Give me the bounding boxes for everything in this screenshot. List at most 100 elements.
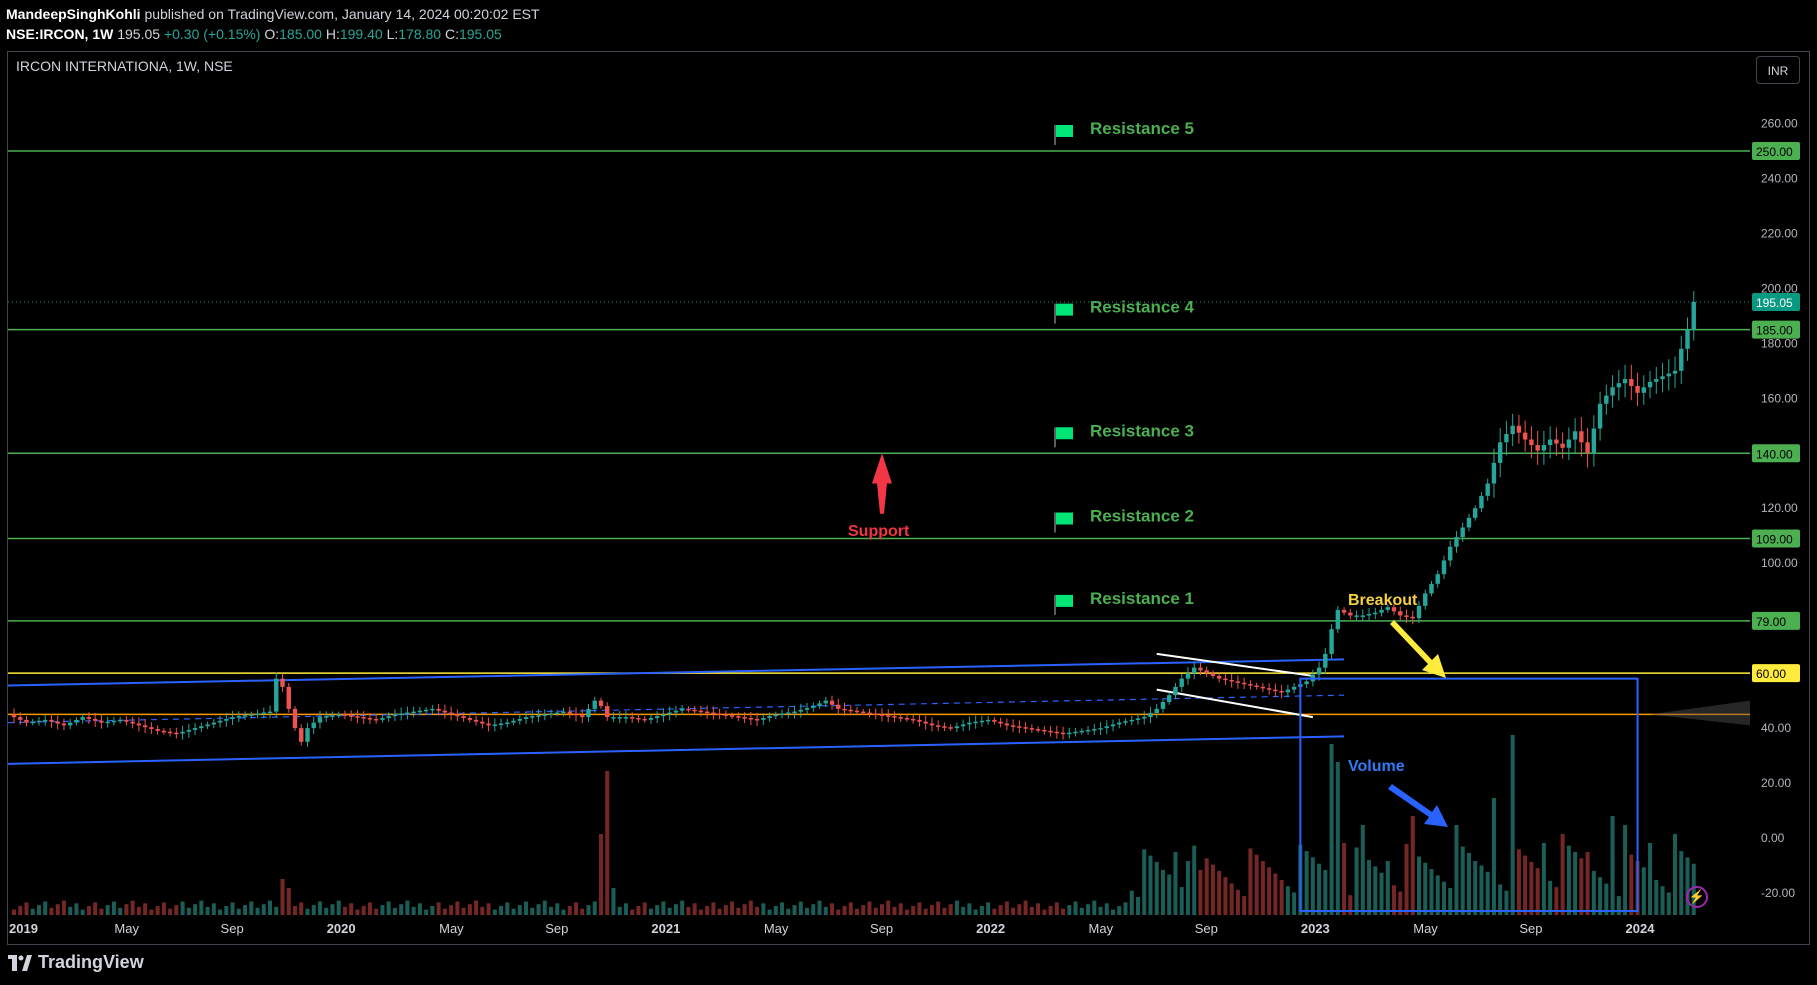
- candle-body: [1229, 680, 1234, 682]
- candle-body: [292, 708, 298, 729]
- volume-bar: [1541, 843, 1546, 915]
- volume-bar: [1473, 861, 1478, 915]
- candle-body: [455, 714, 460, 717]
- volume-bar: [1317, 863, 1322, 915]
- candle-body: [1104, 726, 1109, 729]
- volume-bar: [180, 901, 185, 915]
- volume-bar: [268, 900, 273, 915]
- chart-canvas[interactable]: 280.00260.00240.00220.00200.00180.00160.…: [0, 0, 1817, 985]
- candle-body: [1060, 732, 1066, 735]
- candle-body: [267, 711, 273, 714]
- candle-body: [1260, 686, 1266, 689]
- candle-body: [1666, 373, 1671, 377]
- volume-bar: [1516, 849, 1521, 915]
- volume-bar: [742, 904, 747, 915]
- volume-bar: [680, 900, 685, 915]
- candle-body: [1485, 483, 1490, 496]
- volume-bar: [530, 907, 535, 915]
- candle-body: [642, 718, 647, 721]
- volume-bar: [111, 901, 116, 915]
- volume-bar: [773, 906, 778, 915]
- level-price-tag-text: 140.00: [1756, 447, 1793, 461]
- volume-bar: [261, 904, 266, 915]
- volume-bar: [199, 900, 204, 915]
- candle-body: [1354, 615, 1359, 617]
- volume-bar: [193, 904, 198, 915]
- candle-body: [92, 718, 98, 721]
- candle-body: [286, 686, 291, 709]
- volume-bar: [1579, 858, 1584, 915]
- volume-bar: [1229, 883, 1234, 915]
- candle-body: [1398, 611, 1403, 616]
- channel-lower-line[interactable]: [7, 735, 1345, 765]
- volume-bar: [205, 906, 210, 915]
- candle-body: [692, 709, 697, 712]
- volume-bar: [655, 905, 660, 915]
- wedge-lower-line[interactable]: [1156, 688, 1314, 719]
- volume-bar: [517, 905, 522, 915]
- candle-body: [1054, 731, 1060, 734]
- volume-bar: [1679, 851, 1684, 915]
- candle-body: [898, 717, 903, 719]
- volume-bar: [224, 906, 229, 915]
- candle-body: [1629, 379, 1634, 386]
- volume-bar: [1104, 903, 1109, 915]
- candle-body: [1123, 721, 1128, 723]
- x-tick-label: 2024: [1626, 921, 1656, 936]
- volume-bar: [730, 901, 735, 915]
- candle-body: [679, 708, 685, 711]
- resistance-label: Resistance 4: [1090, 298, 1194, 317]
- candle-body: [580, 715, 585, 718]
- candle-body: [1616, 383, 1622, 388]
- candle-body: [349, 715, 354, 717]
- candle-body: [167, 731, 173, 734]
- volume-bar: [1385, 861, 1390, 915]
- volume-bar: [586, 905, 591, 915]
- support-label: Support: [848, 523, 910, 540]
- candle-body: [461, 716, 466, 719]
- candle-body: [1660, 376, 1665, 380]
- candle-body: [598, 700, 604, 707]
- y-tick-label: 0.00: [1761, 831, 1785, 845]
- volume-bar: [574, 902, 578, 915]
- candle-body: [480, 721, 485, 724]
- candle-body: [1610, 387, 1615, 396]
- candle-body: [155, 729, 160, 731]
- volume-bar: [667, 907, 672, 915]
- candle-body: [1641, 387, 1646, 393]
- candle-body: [1504, 434, 1509, 443]
- candle-body: [573, 713, 579, 716]
- candle-body: [36, 720, 42, 723]
- candle-body: [761, 718, 766, 720]
- candle-body: [1379, 609, 1384, 613]
- volume-bar: [1304, 851, 1309, 915]
- lightning-icon[interactable]: ⚡: [1686, 886, 1708, 908]
- candle-body: [1335, 609, 1341, 630]
- candle-body: [661, 714, 666, 717]
- x-tick-label: May: [1413, 921, 1438, 936]
- currency-button[interactable]: INR: [1756, 56, 1800, 84]
- volume-bar: [386, 901, 391, 915]
- candle-body: [1429, 583, 1434, 594]
- candle-body: [767, 716, 772, 719]
- candle-body: [1241, 682, 1247, 685]
- volume-bar: [1092, 900, 1097, 915]
- candle-body: [1597, 403, 1603, 429]
- candle-body: [667, 712, 672, 715]
- volume-bar: [243, 905, 248, 915]
- candle-body: [848, 709, 853, 712]
- volume-bar: [430, 906, 435, 915]
- candle-body: [1591, 428, 1597, 454]
- y-tick-label: 100.00: [1761, 556, 1798, 570]
- candle-body: [592, 700, 597, 709]
- volume-bar: [1248, 848, 1253, 915]
- candle-body: [1029, 728, 1035, 730]
- candle-body: [779, 713, 785, 715]
- resistance-label: Resistance 5: [1090, 119, 1194, 138]
- candle-body: [1148, 712, 1153, 718]
- candle-body: [555, 712, 560, 715]
- volume-bar: [124, 904, 129, 915]
- volume-bar: [611, 888, 616, 915]
- tradingview-logo[interactable]: TradingView: [8, 952, 144, 973]
- candle-body: [742, 717, 747, 719]
